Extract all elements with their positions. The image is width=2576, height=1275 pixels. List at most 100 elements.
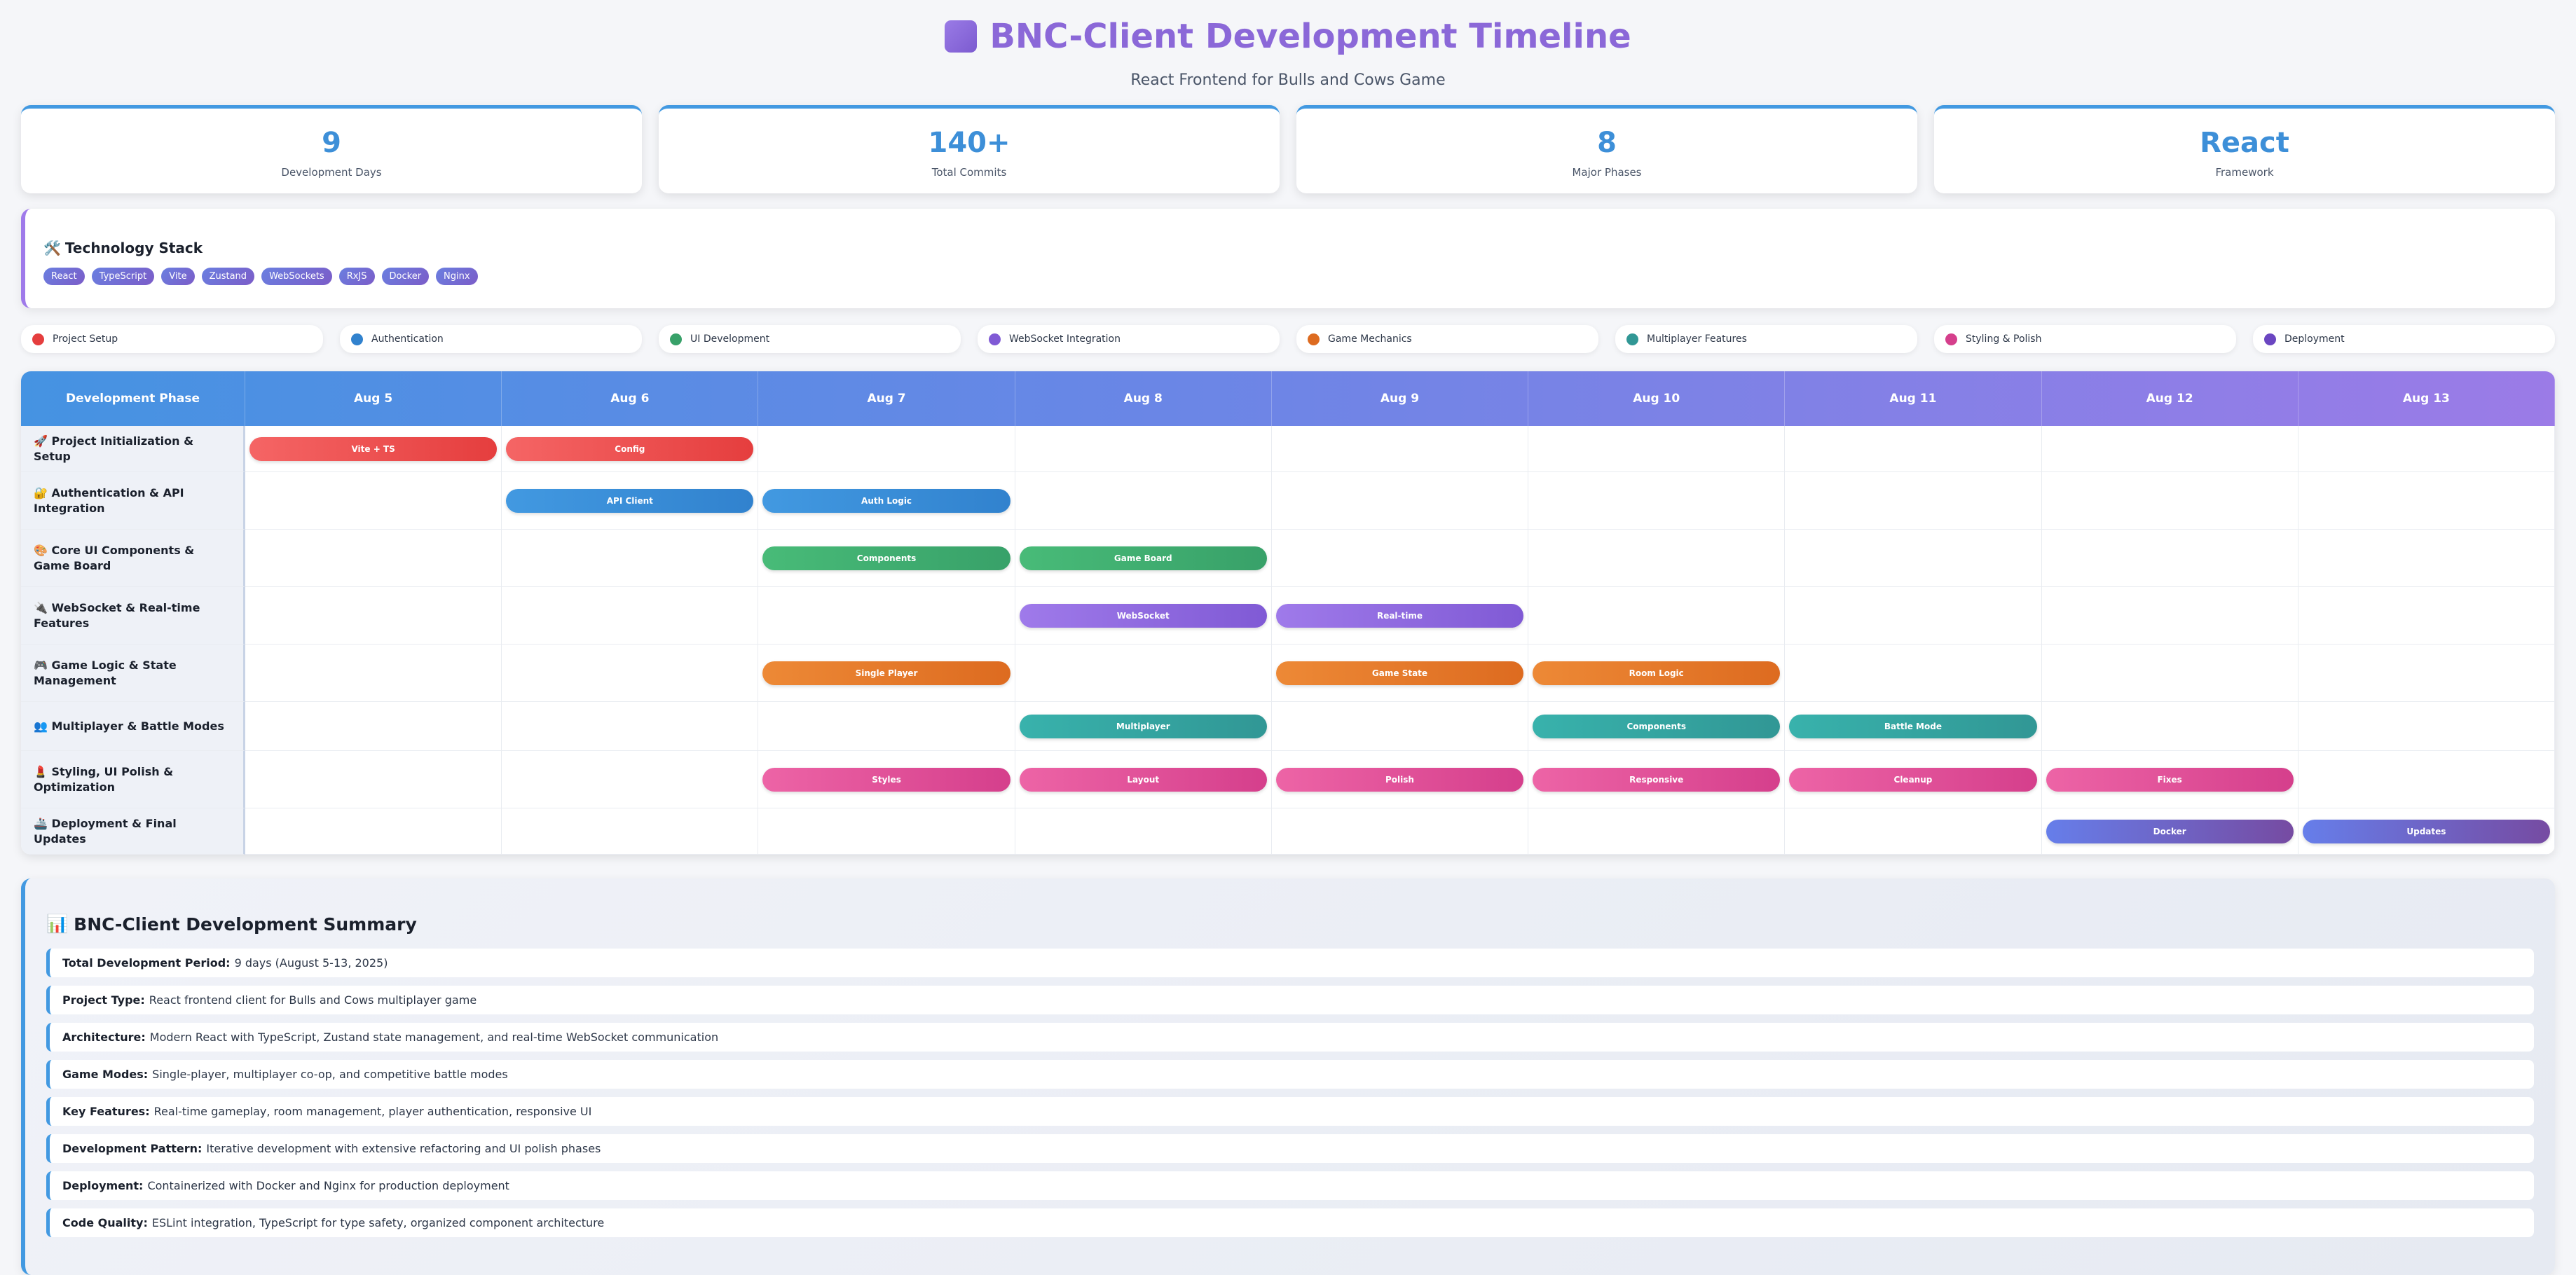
task-bar[interactable]: Vite + TS <box>249 436 498 461</box>
timeline-cell: API Client <box>502 472 759 530</box>
task-bar[interactable]: Real-time <box>1275 603 1524 628</box>
page-subtitle: React Frontend for Bulls and Cows Game <box>1130 71 1446 89</box>
timeline-cell <box>1785 587 2042 645</box>
task-bar[interactable]: Room Logic <box>1533 661 1781 685</box>
timeline-header-day: Aug 9 <box>1272 371 1529 426</box>
timeline-cell: Real-time <box>1271 587 1529 645</box>
summary-item-label: Deployment: <box>62 1179 144 1192</box>
timeline-cell: WebSocket <box>1015 587 1272 645</box>
timeline-cell <box>758 426 1015 472</box>
task-bar[interactable]: Single Player <box>762 661 1010 685</box>
stat-card-framework: React Framework <box>1934 105 2555 193</box>
task-bar[interactable]: Config <box>506 436 754 461</box>
timeline-header-day: Aug 13 <box>2298 371 2555 426</box>
timeline-header-day: Aug 6 <box>502 371 759 426</box>
timeline-cell: Single Player <box>758 645 1015 702</box>
timeline-cell <box>758 587 1015 645</box>
tech-tag: WebSockets <box>261 268 332 285</box>
task-bar[interactable]: Game State <box>1275 661 1524 685</box>
summary-item: Deployment: Containerized with Docker and… <box>46 1171 2534 1200</box>
timeline-cell: Room Logic <box>1528 645 1786 702</box>
task-bar[interactable]: Fixes <box>2046 767 2294 792</box>
phase-label: 🎨 Core UI Components & Game Board <box>21 530 245 587</box>
timeline-cell <box>1528 426 1786 472</box>
task-bar[interactable]: Updates <box>2302 819 2550 843</box>
timeline-cell: Responsive <box>1528 751 1786 808</box>
legend-item: UI Development <box>659 325 961 353</box>
summary-item-label: Development Pattern: <box>62 1142 203 1155</box>
task-bar[interactable]: Styles <box>762 767 1010 792</box>
legend-label: Styling & Polish <box>1966 333 2042 345</box>
stat-label: Framework <box>2215 166 2274 179</box>
timeline-cell <box>1015 808 1272 855</box>
legend-item: Project Setup <box>21 325 323 353</box>
legend-label: Deployment <box>2284 333 2345 345</box>
timeline-header-day: Aug 8 <box>1015 371 1272 426</box>
task-bar[interactable]: Cleanup <box>1789 767 2037 792</box>
timeline-cell <box>1528 530 1786 587</box>
timeline-cell: Game Board <box>1015 530 1272 587</box>
task-bar[interactable]: Multiplayer <box>1019 714 1267 738</box>
summary-item: Total Development Period: 9 days (August … <box>46 949 2534 977</box>
task-bar[interactable]: Polish <box>1275 767 1524 792</box>
summary-item-label: Architecture: <box>62 1031 146 1044</box>
legend-item: Game Mechanics <box>1296 325 1598 353</box>
task-bar[interactable]: Game Board <box>1019 546 1267 570</box>
app-logo-icon <box>945 20 978 53</box>
task-bar[interactable]: Components <box>1533 714 1781 738</box>
summary-item-label: Total Development Period: <box>62 956 231 970</box>
timeline-row: 👥 Multiplayer & Battle Modes Multiplayer C… <box>21 702 2555 751</box>
task-bar[interactable]: Battle Mode <box>1789 714 2037 738</box>
summary-item-text: Modern React with TypeScript, Zustand st… <box>149 1031 719 1044</box>
timeline-row: 🔐 Authentication & API Integration API Cl… <box>21 472 2555 530</box>
summary-item-text: Real-time gameplay, room management, pla… <box>153 1105 592 1118</box>
legend-item: Styling & Polish <box>1934 325 2236 353</box>
phase-label: 🚢 Deployment & Final Updates <box>21 808 245 855</box>
timeline-header-day: Aug 11 <box>1785 371 2042 426</box>
timeline-cell <box>502 808 759 855</box>
phase-label: 🚀 Project Initialization & Setup <box>21 426 245 472</box>
legend-color-dot <box>351 333 363 345</box>
legend-color-dot <box>1308 333 1320 345</box>
tech-stack-title-text: Technology Stack <box>64 240 203 256</box>
timeline-cell <box>1015 472 1272 530</box>
summary-item-label: Code Quality: <box>62 1216 148 1229</box>
legend-item: Multiplayer Features <box>1615 325 1917 353</box>
task-bar[interactable]: Auth Logic <box>762 488 1010 513</box>
tech-tag: Docker <box>381 268 430 285</box>
timeline-cell: Auth Logic <box>758 472 1015 530</box>
stat-card-phases: 8 Major Phases <box>1296 105 1917 193</box>
stat-value: React <box>2200 127 2289 159</box>
legend-item: Deployment <box>2253 325 2555 353</box>
timeline-cell: Docker <box>2041 808 2298 855</box>
stat-card-days: 9 Development Days <box>21 105 642 193</box>
timeline-cell <box>2041 645 2298 702</box>
page-title-text: BNC-Client Development Timeline <box>989 17 1631 56</box>
tech-stack-title: 🛠️ Technology Stack <box>43 240 2555 256</box>
task-bar[interactable]: Layout <box>1019 767 1267 792</box>
timeline-header-day: Aug 10 <box>1528 371 1786 426</box>
timeline-body: 🚀 Project Initialization & Setup Vite + T… <box>21 426 2555 855</box>
timeline-cell <box>245 751 502 808</box>
task-bar[interactable]: API Client <box>506 488 754 513</box>
timeline-cell <box>1271 808 1529 855</box>
timeline-header-row: Development Phase Aug 5 Aug 6 Aug 7 Aug 8 Aug… <box>21 371 2555 426</box>
timeline-cell <box>502 530 759 587</box>
task-bar[interactable]: Components <box>762 546 1010 570</box>
timeline-cell: Polish <box>1271 751 1529 808</box>
summary-item: Game Modes: Single-player, multiplayer co… <box>46 1060 2534 1089</box>
stats-row: 9 Development Days 140+ Total Commits 8 … <box>21 105 2555 193</box>
task-bar[interactable]: Docker <box>2046 819 2294 843</box>
timeline-cell: Components <box>1528 702 1786 751</box>
summary-item-label: Key Features: <box>62 1105 150 1118</box>
task-bar[interactable]: WebSocket <box>1019 603 1267 628</box>
summary-item-label: Project Type: <box>62 993 145 1007</box>
task-bar[interactable]: Responsive <box>1533 767 1781 792</box>
summary-list: Total Development Period: 9 days (August … <box>46 949 2534 1237</box>
timeline-cell <box>502 751 759 808</box>
timeline-cell: Config <box>502 426 759 472</box>
timeline-cell <box>1528 587 1786 645</box>
timeline-cell <box>1271 702 1529 751</box>
timeline-cell <box>2298 645 2555 702</box>
timeline-header-day: Aug 5 <box>245 371 502 426</box>
